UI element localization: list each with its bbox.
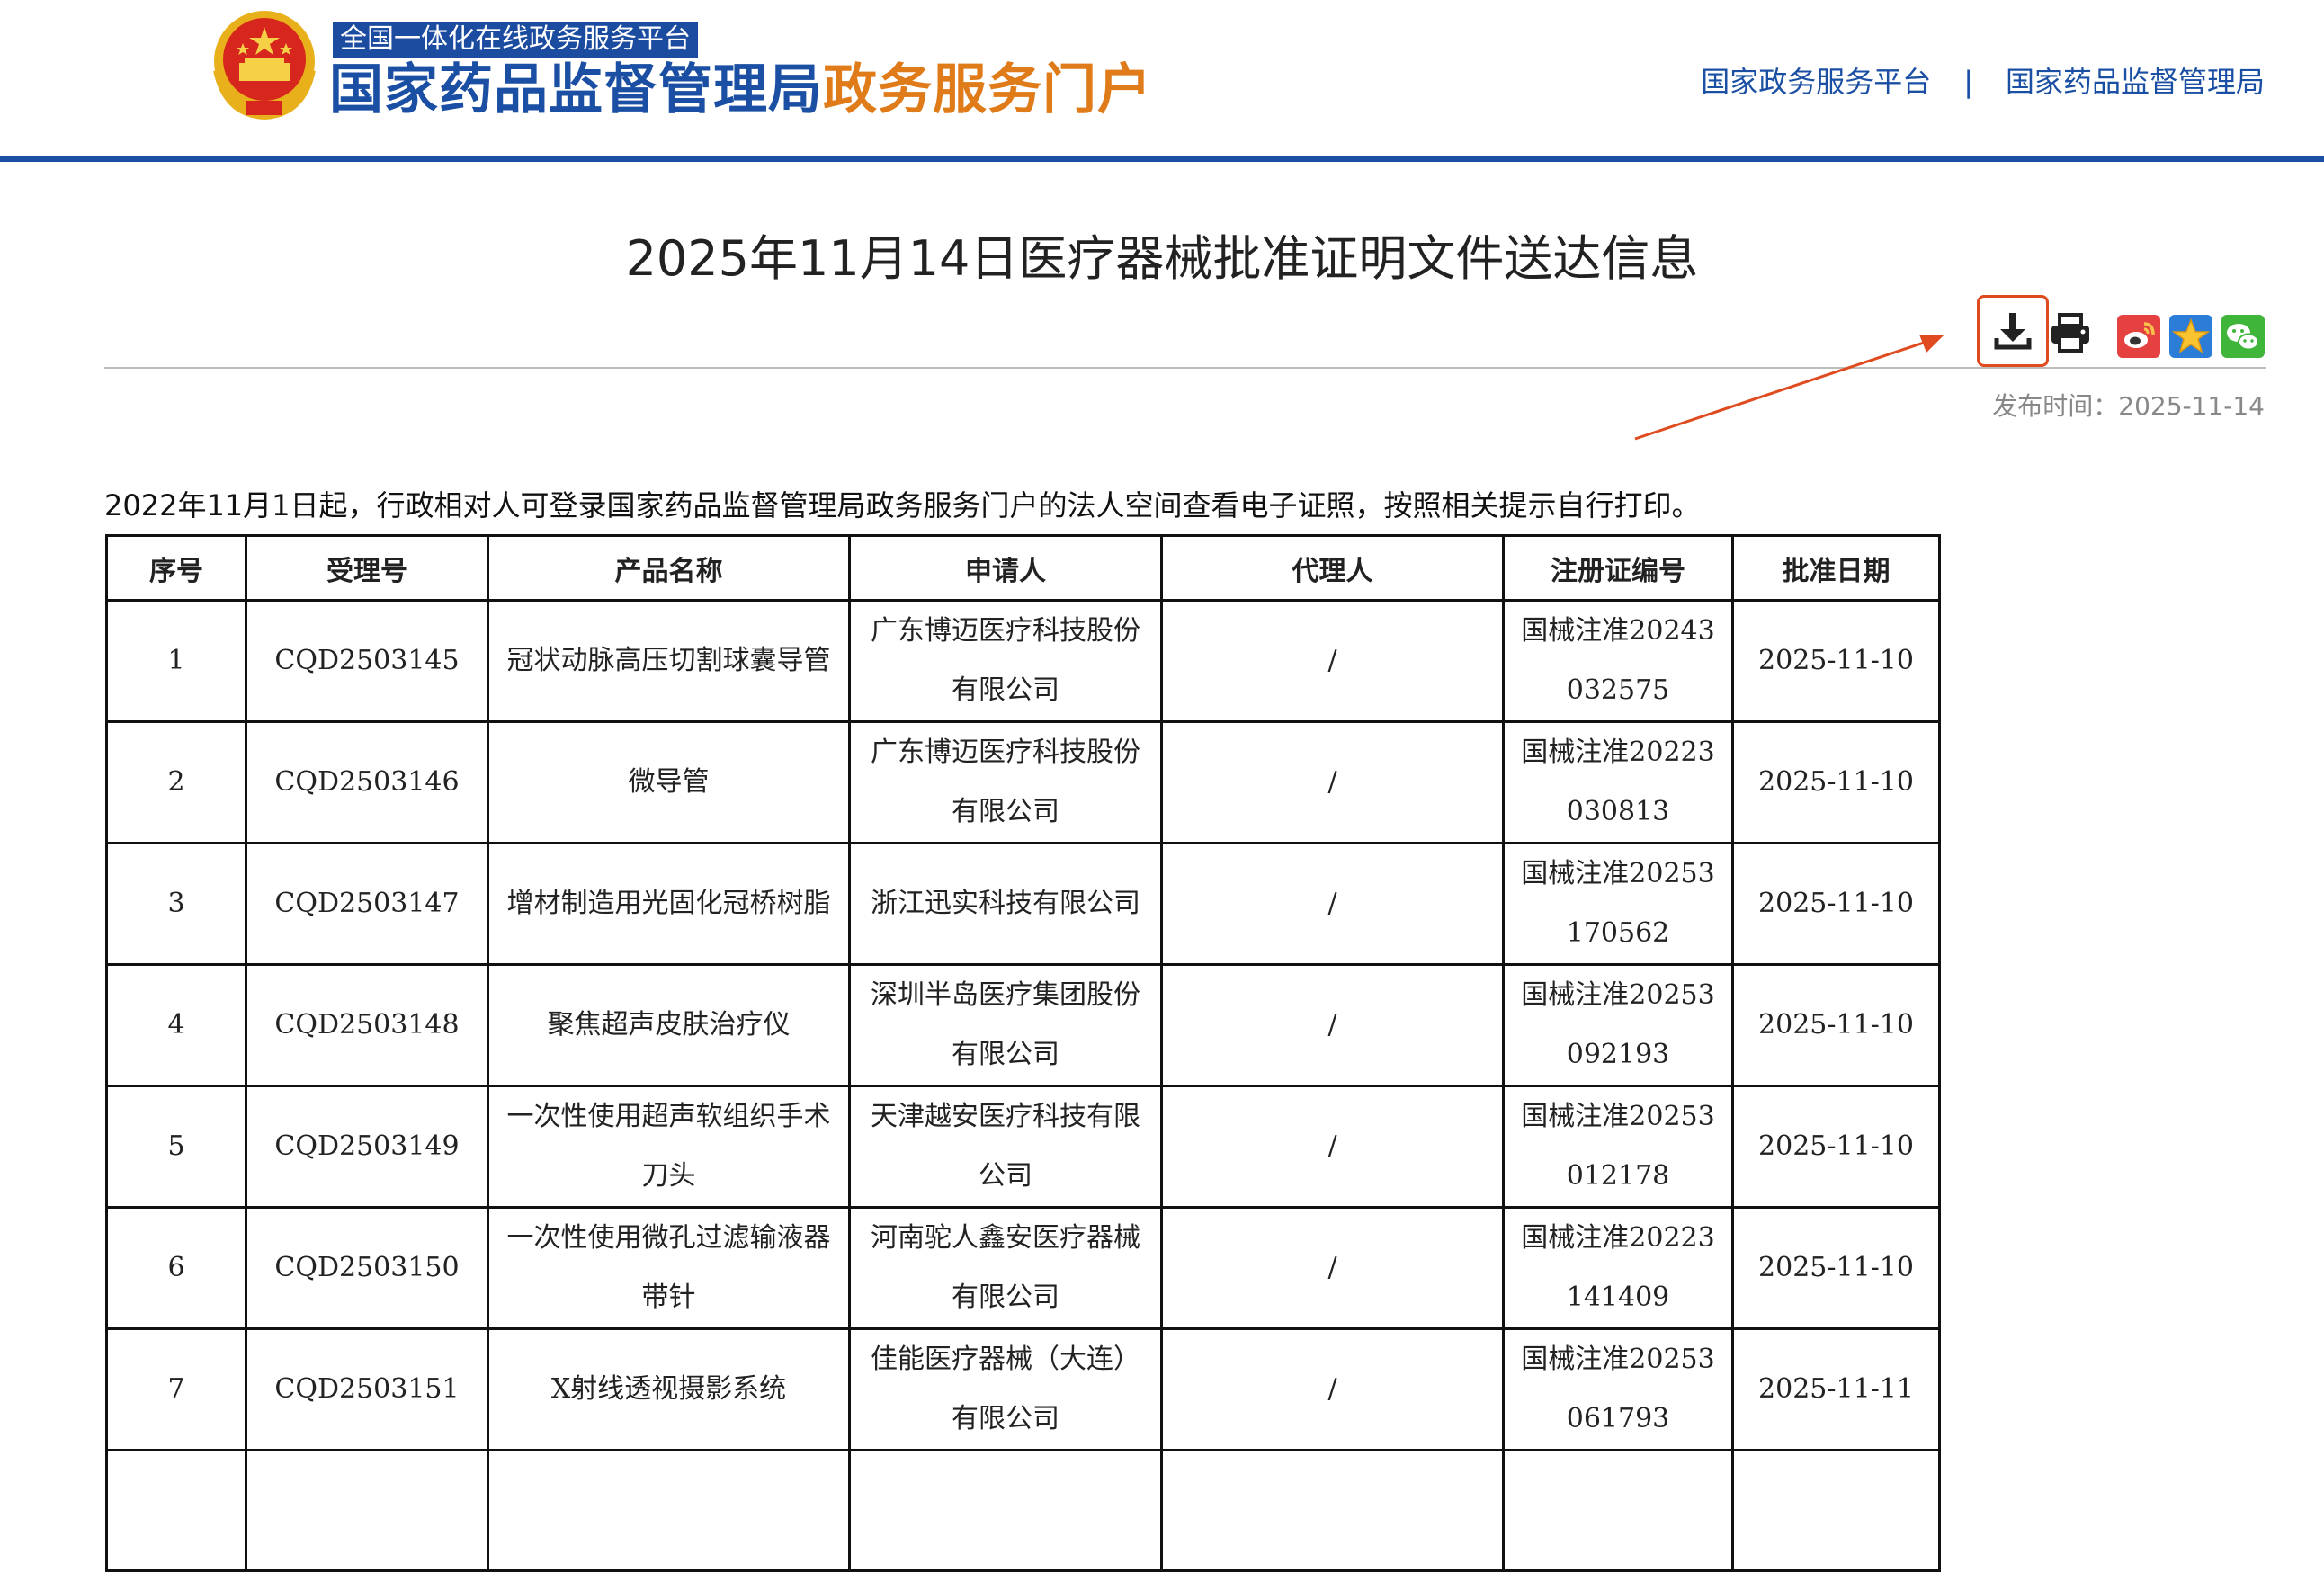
cell-approval-date bbox=[1731, 1449, 1941, 1572]
wechat-icon[interactable] bbox=[2221, 315, 2265, 358]
cell-applicant bbox=[848, 1449, 1163, 1572]
cell-approval-date: 2025-11-10 bbox=[1731, 1206, 1941, 1330]
table-row: 5 CQD2503149 一次性使用超声软组织手术刀头 天津越安医疗科技有限公司… bbox=[105, 1085, 1941, 1209]
cell-product-name: 一次性使用超声软组织手术刀头 bbox=[487, 1085, 851, 1209]
site-title[interactable]: 国家药品监督管理局政务服务门户 bbox=[329, 56, 1152, 124]
table-row: 7 CQD2503151 X射线透视摄影系统 佳能医疗器械（大连）有限公司 / … bbox=[105, 1327, 1941, 1451]
cell-product-name: 聚焦超声皮肤治疗仪 bbox=[487, 963, 851, 1087]
cell-approval-date: 2025-11-10 bbox=[1731, 963, 1941, 1087]
print-icon[interactable] bbox=[2047, 309, 2094, 356]
platform-tag: 全国一体化在线政务服务平台 bbox=[333, 22, 698, 58]
header-acceptance-no: 受理号 bbox=[245, 534, 489, 602]
cell-acceptance-no: CQD2503149 bbox=[245, 1085, 489, 1209]
table-row: 3 CQD2503147 增材制造用光固化冠桥树脂 浙江迅实科技有限公司 / 国… bbox=[105, 842, 1941, 966]
link-separator: | bbox=[1963, 65, 1973, 99]
cell-registration-no: 国械注准20253092193 bbox=[1502, 963, 1734, 1087]
cell-registration-no: 国械注准20223030813 bbox=[1502, 720, 1734, 844]
cell-acceptance-no: CQD2503146 bbox=[245, 720, 489, 844]
cell-acceptance-no: CQD2503150 bbox=[245, 1206, 489, 1330]
cell-index: 7 bbox=[105, 1327, 247, 1451]
cell-agent: / bbox=[1160, 1327, 1505, 1451]
cell-acceptance-no: CQD2503148 bbox=[245, 963, 489, 1087]
cell-index: 1 bbox=[105, 599, 247, 723]
cell-registration-no: 国械注准20223141409 bbox=[1502, 1206, 1734, 1330]
site-title-main: 国家药品监督管理局 bbox=[329, 58, 823, 121]
cell-applicant: 天津越安医疗科技有限公司 bbox=[848, 1085, 1163, 1209]
cell-product-name: 一次性使用微孔过滤输液器 带针 bbox=[487, 1206, 885, 1330]
link-nmpa[interactable]: 国家药品监督管理局 bbox=[2006, 65, 2265, 99]
cell-applicant: 浙江迅实科技有限公司 bbox=[848, 842, 1163, 966]
table-row bbox=[105, 1449, 1941, 1572]
header-product-name: 产品名称 bbox=[487, 534, 851, 602]
cell-agent: / bbox=[1160, 842, 1505, 966]
header-index: 序号 bbox=[105, 534, 247, 602]
cell-acceptance-no: CQD2503145 bbox=[245, 599, 489, 723]
cell-acceptance-no: CQD2503151 bbox=[245, 1327, 489, 1451]
cell-acceptance-no: CQD2503147 bbox=[245, 842, 489, 966]
site-header: 全国一体化在线政务服务平台 国家药品监督管理局政务服务门户 国家政务服务平台 | 国… bbox=[0, 0, 2324, 162]
cell-registration-no: 国械注准20253061793 bbox=[1502, 1327, 1734, 1451]
cell-product-name: 增材制造用光固化冠桥树脂 bbox=[487, 842, 851, 966]
title-divider bbox=[104, 367, 2266, 369]
weibo-icon[interactable] bbox=[2117, 315, 2160, 358]
site-title-accent: 政务服务门户 bbox=[823, 58, 1152, 121]
table-header-row: 序号 受理号 产品名称 申请人 代理人 注册证编号 批准日期 bbox=[105, 534, 1941, 602]
download-icon[interactable] bbox=[1989, 308, 2036, 354]
cell-applicant: 佳能医疗器械（大连）有限公司 bbox=[848, 1327, 1163, 1451]
national-emblem-icon bbox=[213, 11, 316, 121]
cell-agent: / bbox=[1160, 963, 1505, 1087]
page-title: 2025年11月14日医疗器械批准证明文件送达信息 bbox=[625, 230, 1699, 287]
cell-approval-date: 2025-11-10 bbox=[1731, 599, 1941, 723]
approval-table: 序号 受理号 产品名称 申请人 代理人 注册证编号 批准日期 1 CQD2503… bbox=[105, 534, 1941, 1572]
cell-index: 5 bbox=[105, 1085, 247, 1209]
header-registration-no: 注册证编号 bbox=[1502, 534, 1734, 602]
cell-index: 6 bbox=[105, 1206, 247, 1330]
favorite-icon[interactable] bbox=[2169, 315, 2212, 358]
cell-agent bbox=[1160, 1449, 1505, 1572]
link-national-gov-service[interactable]: 国家政务服务平台 bbox=[1701, 65, 1931, 99]
cell-registration-no: 国械注准20243032575 bbox=[1502, 599, 1734, 723]
cell-applicant: 河南驼人鑫安医疗器械有限公司 bbox=[848, 1206, 1163, 1330]
cell-approval-date: 2025-11-10 bbox=[1731, 720, 1941, 844]
cell-index: 2 bbox=[105, 720, 247, 844]
table-row: 6 CQD2503150 一次性使用微孔过滤输液器 带针 河南驼人鑫安医疗器械有… bbox=[105, 1206, 1941, 1330]
cell-applicant: 广东博迈医疗科技股份有限公司 bbox=[848, 599, 1163, 723]
table-row: 1 CQD2503145 冠状动脉高压切割球囊导管 广东博迈医疗科技股份有限公司… bbox=[105, 599, 1941, 723]
cell-acceptance-no bbox=[245, 1449, 489, 1572]
header-applicant: 申请人 bbox=[848, 534, 1163, 602]
cell-registration-no: 国械注准20253170562 bbox=[1502, 842, 1734, 966]
cell-approval-date: 2025-11-11 bbox=[1731, 1327, 1941, 1451]
header-agent: 代理人 bbox=[1160, 534, 1505, 602]
cell-registration-no: 国械注准20253012178 bbox=[1502, 1085, 1734, 1209]
cell-index bbox=[105, 1449, 247, 1572]
header-approval-date: 批准日期 bbox=[1731, 534, 1941, 602]
cell-agent: / bbox=[1160, 1085, 1505, 1209]
cell-applicant: 广东博迈医疗科技股份有限公司 bbox=[848, 720, 1163, 844]
table-row: 4 CQD2503148 聚焦超声皮肤治疗仪 深圳半岛医疗集团股份有限公司 / … bbox=[105, 963, 1941, 1087]
cell-index: 4 bbox=[105, 963, 247, 1087]
cell-approval-date: 2025-11-10 bbox=[1731, 1085, 1941, 1209]
cell-agent: / bbox=[1160, 720, 1505, 844]
cell-product-name: X射线透视摄影系统 bbox=[487, 1327, 851, 1451]
notice-text: 2022年11月1日起，行政相对人可登录国家药品监督管理局政务服务门户的法人空间… bbox=[104, 488, 1701, 523]
cell-product-name: 微导管 bbox=[487, 720, 851, 844]
cell-applicant: 深圳半岛医疗集团股份有限公司 bbox=[848, 963, 1163, 1087]
cell-registration-no bbox=[1502, 1449, 1734, 1572]
cell-agent: / bbox=[1160, 599, 1505, 723]
header-divider bbox=[0, 156, 2324, 162]
cell-approval-date: 2025-11-10 bbox=[1731, 842, 1941, 966]
table-row: 2 CQD2503146 微导管 广东博迈医疗科技股份有限公司 / 国械注准20… bbox=[105, 720, 1941, 844]
cell-agent: / bbox=[1160, 1206, 1505, 1330]
top-links: 国家政务服务平台 | 国家药品监督管理局 bbox=[1701, 59, 2265, 101]
cell-product-name: 冠状动脉高压切割球囊导管 bbox=[487, 599, 851, 723]
publish-time: 发布时间：2025-11-14 bbox=[1992, 391, 2265, 421]
cell-product-name bbox=[487, 1449, 851, 1572]
cell-index: 3 bbox=[105, 842, 247, 966]
